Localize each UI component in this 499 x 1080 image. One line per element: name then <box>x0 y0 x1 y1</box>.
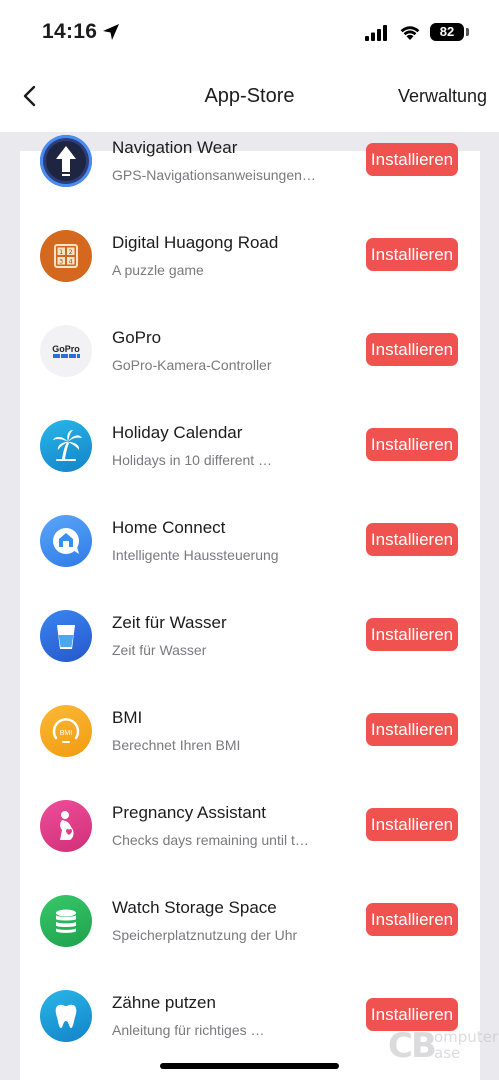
app-list-card: Navigation Wear GPS-Navigationsanweisung… <box>20 135 480 1080</box>
manage-button[interactable]: Verwaltung <box>398 86 487 107</box>
install-button[interactable]: Installieren <box>366 618 458 651</box>
install-button[interactable]: Installieren <box>366 238 458 271</box>
app-name: BMI <box>112 708 143 727</box>
svg-text:2: 2 <box>69 249 73 256</box>
install-button[interactable]: Installieren <box>366 143 458 176</box>
app-description: Intelligente Haussteuerung <box>112 547 279 563</box>
status-time: 14:16 <box>42 20 98 43</box>
app-description: Checks days remaining until t… <box>112 832 309 848</box>
battery-indicator: 82 <box>430 23 464 41</box>
list-item[interactable]: Home Connect Intelligente Haussteuerung … <box>20 511 480 606</box>
cellular-signal-icon <box>365 25 387 41</box>
status-bar: 14:16 82 <box>0 0 499 66</box>
app-name: GoPro <box>112 328 162 347</box>
list-item[interactable]: Pregnancy Assistant Checks days remainin… <box>20 796 480 891</box>
wifi-icon <box>400 26 420 40</box>
svg-text:1: 1 <box>59 249 63 256</box>
app-name: Digital Huagong Road <box>112 233 279 252</box>
list-item[interactable]: Navigation Wear GPS-Navigationsanweisung… <box>20 132 480 226</box>
database-stack-icon <box>40 895 92 947</box>
watermark-initials: CB <box>388 1026 437 1066</box>
app-description: GPS-Navigationsanweisungen… <box>112 167 316 183</box>
list-item[interactable]: Holiday Calendar Holidays in 10 differen… <box>20 416 480 511</box>
install-button[interactable]: Installieren <box>366 808 458 841</box>
app-description: Holidays in 10 different … <box>112 452 273 468</box>
location-arrow-icon <box>103 24 119 40</box>
app-description: Speicherplatznutzung der Uhr <box>112 927 298 943</box>
palm-tree-icon <box>40 420 92 472</box>
svg-text:4: 4 <box>69 259 73 266</box>
install-button[interactable]: Installieren <box>366 903 458 936</box>
install-button[interactable]: Installieren <box>366 523 458 556</box>
app-description: A puzzle game <box>112 262 204 278</box>
list-item[interactable]: GoPro GoPro GoPro-Kamera-Controller Inst… <box>20 321 480 416</box>
home-chat-icon <box>40 515 92 567</box>
svg-text:3: 3 <box>59 259 63 266</box>
number-puzzle-icon: 1 2 3 4 <box>40 230 92 282</box>
app-name: Watch Storage Space <box>112 898 277 917</box>
gopro-logo-icon: GoPro <box>40 325 92 377</box>
app-description: GoPro-Kamera-Controller <box>112 357 272 373</box>
battery-nub <box>466 28 469 36</box>
app-description: Berechnet Ihren BMI <box>112 737 241 753</box>
pregnancy-icon <box>40 800 92 852</box>
list-item[interactable]: Zeit für Wasser Zeit für Wasser Installi… <box>20 606 480 701</box>
list-item[interactable]: 1 2 3 4 Digital Huagong Road A puzzle ga… <box>20 226 480 321</box>
svg-text:GoPro: GoPro <box>52 344 80 354</box>
app-name: Home Connect <box>112 518 226 537</box>
install-button[interactable]: Installieren <box>366 713 458 746</box>
navigation-bar: App-Store Verwaltung <box>0 66 499 132</box>
tooth-icon <box>40 990 92 1042</box>
install-button[interactable]: Installieren <box>366 428 458 461</box>
app-store-content[interactable]: Navigation Wear GPS-Navigationsanweisung… <box>0 132 499 1080</box>
navigation-arrow-icon <box>40 135 92 187</box>
svg-text:BMI: BMI <box>60 730 73 737</box>
water-glass-icon <box>40 610 92 662</box>
app-name: Zähne putzen <box>112 993 216 1012</box>
app-name: Pregnancy Assistant <box>112 803 267 822</box>
app-description: Zeit für Wasser <box>112 642 207 658</box>
watermark-logo: CB omputer ase <box>388 1020 498 1070</box>
install-button[interactable]: Installieren <box>366 333 458 366</box>
watermark-word-bottom: ase <box>434 1044 461 1062</box>
list-item[interactable]: BMI BMI Berechnet Ihren BMI Installieren <box>20 701 480 796</box>
app-name: Holiday Calendar <box>112 423 243 442</box>
app-name: Navigation Wear <box>112 138 238 157</box>
list-item[interactable]: Watch Storage Space Speicherplatznutzung… <box>20 891 480 986</box>
app-description: Anleitung für richtiges … <box>112 1022 265 1038</box>
app-name: Zeit für Wasser <box>112 613 227 632</box>
home-indicator[interactable] <box>160 1063 339 1069</box>
bmi-gauge-icon: BMI <box>40 705 92 757</box>
